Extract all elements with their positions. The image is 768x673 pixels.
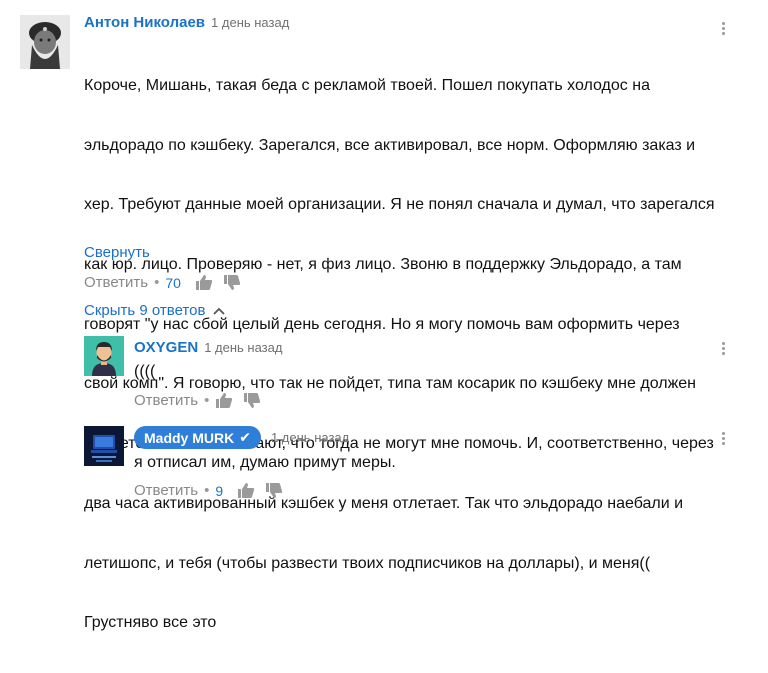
- reply-button[interactable]: Ответить: [134, 392, 198, 409]
- reply-time[interactable]: 1 день назад: [271, 430, 349, 445]
- collapse-link[interactable]: Свернуть: [84, 244, 150, 261]
- reply-header: Maddy MURK ✔ 1 день назад: [134, 426, 694, 449]
- reply-author: Maddy MURK: [144, 429, 235, 446]
- reply-author[interactable]: OXYGEN: [134, 339, 198, 356]
- reply-menu-icon[interactable]: [718, 430, 728, 450]
- separator-dot: •: [204, 392, 210, 409]
- like-count: 70: [165, 274, 181, 291]
- reply-button[interactable]: Ответить: [134, 482, 198, 499]
- reply-actions: Ответить • 9: [134, 482, 293, 499]
- like-count: 9: [215, 482, 224, 499]
- avatar-photo: [20, 15, 70, 69]
- reply-maddy: Maddy MURK ✔ 1 день назад я отписал им, …: [134, 426, 694, 473]
- like-icon[interactable]: [195, 274, 213, 291]
- avatar-logo: [84, 426, 124, 466]
- comment-author[interactable]: Антон Николаев: [84, 14, 205, 31]
- reply-text: я отписал им, думаю примут меры.: [134, 454, 396, 471]
- comment-menu-icon[interactable]: [718, 20, 728, 40]
- avatar-illustration: [84, 336, 124, 376]
- reply-text: ((((: [134, 363, 156, 380]
- reply-header: OXYGEN 1 день назад: [134, 339, 694, 356]
- reply-oxygen: OXYGEN 1 день назад ((((: [134, 339, 694, 382]
- comment-line: Короче, Мишань, такая беда с рекламой тв…: [84, 76, 650, 94]
- comment-line: летишопс, и тебя (чтобы развести твоих п…: [84, 554, 651, 572]
- dislike-icon[interactable]: [265, 482, 283, 499]
- avatar-oxygen[interactable]: [84, 336, 124, 376]
- reply-button[interactable]: Ответить: [84, 274, 148, 291]
- dislike-icon[interactable]: [243, 392, 261, 409]
- reply-time[interactable]: 1 день назад: [204, 340, 282, 355]
- avatar-anton[interactable]: [20, 15, 70, 69]
- reply-actions: Ответить •: [134, 392, 271, 409]
- hide-replies-toggle[interactable]: Скрыть 9 ответов: [84, 302, 226, 319]
- reply-menu-icon[interactable]: [718, 340, 728, 360]
- hide-replies-label: Скрыть 9 ответов: [84, 302, 206, 319]
- comment-time[interactable]: 1 день назад: [211, 15, 289, 30]
- avatar-maddy-murk[interactable]: [84, 426, 124, 466]
- dislike-icon[interactable]: [223, 274, 241, 291]
- separator-dot: •: [154, 274, 160, 291]
- comment-line: как юр. лицо. Проверяю - нет, я физ лицо…: [84, 255, 682, 273]
- chevron-up-icon: [213, 307, 226, 315]
- comment-line: эльдорадо по кэшбеку. Зарегался, все акт…: [84, 136, 696, 154]
- separator-dot: •: [204, 482, 210, 499]
- comment-header: Антон Николаев 1 день назад: [84, 14, 734, 31]
- verified-check-icon: ✔: [239, 429, 251, 445]
- like-icon[interactable]: [237, 482, 255, 499]
- author-badge[interactable]: Maddy MURK ✔: [134, 426, 261, 449]
- comment-line: хер. Требуют данные моей организации. Я …: [84, 196, 715, 214]
- comment-actions: Ответить • 70: [84, 274, 251, 291]
- comment-line: Грустняво все это: [84, 614, 217, 632]
- like-icon[interactable]: [215, 392, 233, 409]
